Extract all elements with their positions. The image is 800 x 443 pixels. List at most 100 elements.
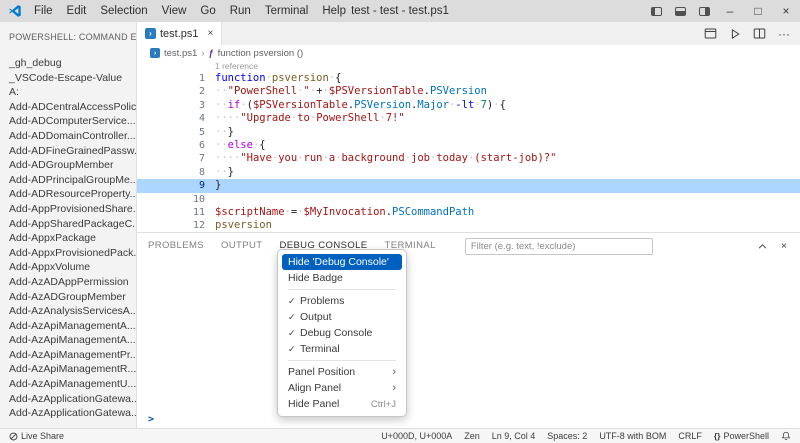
panel-tab-output[interactable]: OUTPUT [220, 233, 263, 259]
command-item-add-azapplicationgatewa[interactable]: Add-AzApplicationGatewa... [0, 406, 136, 421]
line-number[interactable]: 10 [137, 193, 205, 206]
toggle-sidebar-icon[interactable] [644, 0, 668, 22]
command-item-add-adresourceproperty[interactable]: Add-ADResourceProperty... [0, 187, 136, 202]
more-actions-icon[interactable]: ··· [778, 28, 790, 40]
menu-item-terminal[interactable]: ✓ Terminal [282, 341, 402, 357]
status-utf-8-with-bom[interactable]: UTF-8 with BOM [599, 431, 666, 441]
command-item-add-appxpackage[interactable]: Add-AppxPackage [0, 231, 136, 246]
command-item-add-adcentralaccesspolic[interactable]: Add-ADCentralAccessPolic... [0, 100, 136, 115]
code-token: "Have [240, 152, 272, 165]
menu-view[interactable]: View [155, 0, 194, 22]
command-item-add-azapplicationgatewa[interactable]: Add-AzApplicationGatewa... [0, 392, 136, 407]
code-editor[interactable]: 1 reference 1 function·psversion·{2 ··"Pow… [137, 61, 800, 232]
command-item-vscode-escape-value[interactable]: _VSCode-Escape-Value [0, 71, 136, 86]
open-preview-icon[interactable] [704, 27, 717, 40]
command-item-a[interactable]: A: [0, 85, 136, 100]
menu-item-problems[interactable]: ✓ Problems [282, 293, 402, 309]
code-line-12[interactable]: 12 psversion [137, 219, 800, 232]
status-zen[interactable]: Zen [464, 431, 480, 441]
menu-edit[interactable]: Edit [60, 0, 94, 22]
code-line-4[interactable]: 4 ····"Upgrade·to·PowerShell·7!" [137, 112, 800, 125]
panel-filter-input[interactable] [464, 237, 653, 255]
status-powershell[interactable]: {} PowerShell [714, 431, 769, 441]
menu-file[interactable]: File [27, 0, 60, 22]
code-line-5[interactable]: 5 ··} [137, 126, 800, 139]
panel-tab-problems[interactable]: PROBLEMS [147, 233, 205, 259]
menu-item-hide-panel[interactable]: Hide Panel Ctrl+J [282, 396, 402, 412]
status-live-share[interactable]: Live Share [9, 431, 64, 441]
close-window-icon[interactable]: × [772, 0, 800, 22]
line-number[interactable]: 9 [137, 179, 205, 192]
code-line-9[interactable]: 9} [137, 179, 800, 193]
tab-test-ps1[interactable]: test.ps1 × [137, 22, 223, 45]
line-number[interactable]: 1 [137, 72, 205, 85]
menu-item-debug-console[interactable]: ✓ Debug Console [282, 325, 402, 341]
command-item-gh-debug[interactable]: _gh_debug [0, 56, 136, 71]
run-icon[interactable] [729, 28, 741, 40]
code-line-11[interactable]: 11 $scriptName·=·$MyInvocation.PSCommandP… [137, 206, 800, 219]
command-item-add-appxvolume[interactable]: Add-AppxVolume [0, 260, 136, 275]
split-editor-icon[interactable] [753, 27, 766, 40]
command-item-add-adprincipalgroupme[interactable]: Add-ADPrincipalGroupMe... [0, 173, 136, 188]
command-item-add-azapimanagementr[interactable]: Add-AzApiManagementR... [0, 362, 136, 377]
breadcrumb-file[interactable]: test.ps1 [164, 48, 197, 59]
command-item-add-appxprovisionedpack[interactable]: Add-AppxProvisionedPack... [0, 246, 136, 261]
minimize-window-icon[interactable]: – [716, 0, 744, 22]
command-item-add-adgroupmember[interactable]: Add-ADGroupMember [0, 158, 136, 173]
code-line-10[interactable]: 10 [137, 193, 800, 206]
toggle-panel-icon[interactable] [668, 0, 692, 22]
line-number[interactable]: 12 [137, 219, 205, 232]
line-number[interactable]: 8 [137, 166, 205, 179]
command-item-add-adfinegrainedpassw[interactable]: Add-ADFineGrainedPassw... [0, 144, 136, 159]
line-number[interactable]: 5 [137, 126, 205, 139]
line-number[interactable]: 7 [137, 152, 205, 165]
status-u-000d-u-000a[interactable]: U+000D, U+000A [381, 431, 452, 441]
status-ln-9-col-4[interactable]: Ln 9, Col 4 [492, 431, 536, 441]
maximize-window-icon[interactable]: □ [744, 0, 772, 22]
menu-item-hide-badge[interactable]: Hide Badge [282, 270, 402, 286]
command-item-add-azadgroupmember[interactable]: Add-AzADGroupMember [0, 290, 136, 305]
maximize-panel-icon[interactable] [757, 241, 768, 252]
line-number[interactable]: 4 [137, 112, 205, 125]
codelens-references[interactable]: 1 reference [137, 61, 800, 72]
code-line-3[interactable]: 3 ··if·($PSVersionTable.PSVersion.Major·-… [137, 99, 800, 112]
command-item-add-addomaincontroller[interactable]: Add-ADDomainController... [0, 129, 136, 144]
code-line-2[interactable]: 2 ··"PowerShell·"·+·$PSVersionTable.PSVer… [137, 85, 800, 98]
menu-selection[interactable]: Selection [93, 0, 154, 22]
command-item-add-azapimanagementpr[interactable]: Add-AzApiManagementPr... [0, 348, 136, 363]
debug-console-input[interactable]: > [137, 412, 800, 426]
breadcrumb-symbol[interactable]: function psversion () [218, 48, 304, 59]
command-item-add-appprovisionedshare[interactable]: Add-AppProvisionedShare... [0, 202, 136, 217]
menu-go[interactable]: Go [193, 0, 222, 22]
command-item-add-azapimanagementu[interactable]: Add-AzApiManagementU... [0, 377, 136, 392]
line-number[interactable]: 2 [137, 85, 205, 98]
status-bell[interactable] [781, 431, 791, 441]
menu-item-panel-position[interactable]: Panel Position › [282, 364, 402, 380]
command-item-add-adcomputerservice[interactable]: Add-ADComputerService... [0, 114, 136, 129]
menu-item-label: Hide Badge [288, 272, 343, 284]
menu-terminal[interactable]: Terminal [258, 0, 315, 22]
status-crlf[interactable]: CRLF [678, 431, 702, 441]
command-item-add-azapimanagementa[interactable]: Add-AzApiManagementA... [0, 333, 136, 348]
menu-run[interactable]: Run [223, 0, 258, 22]
status-spaces-2[interactable]: Spaces: 2 [547, 431, 587, 441]
code-line-1[interactable]: 1 function·psversion·{ [137, 72, 800, 85]
line-number[interactable]: 11 [137, 206, 205, 219]
menu-item-align-panel[interactable]: Align Panel › [282, 380, 402, 396]
menu-item-output[interactable]: ✓ Output [282, 309, 402, 325]
command-item-add-azanalysisservicesa[interactable]: Add-AzAnalysisServicesA... [0, 304, 136, 319]
code-line-8[interactable]: 8 ··} [137, 166, 800, 179]
command-item-add-azadapppermission[interactable]: Add-AzADAppPermission [0, 275, 136, 290]
line-number[interactable]: 3 [137, 99, 205, 112]
tab-close-icon[interactable]: × [208, 28, 214, 39]
close-panel-icon[interactable]: × [781, 240, 787, 252]
debug-console-view[interactable]: > [137, 259, 800, 428]
menu-item-hide-debug-console[interactable]: Hide 'Debug Console' [282, 254, 402, 270]
command-item-add-azapimanagementa[interactable]: Add-AzApiManagementA... [0, 319, 136, 334]
code-line-6[interactable]: 6 ··else·{ [137, 139, 800, 152]
code-line-7[interactable]: 7 ····"Have·you·run·a·background·job·toda… [137, 152, 800, 165]
line-number[interactable]: 6 [137, 139, 205, 152]
command-item-add-appsharedpackagec[interactable]: Add-AppSharedPackageC... [0, 217, 136, 232]
toggle-secondary-sidebar-icon[interactable] [692, 0, 716, 22]
menu-help[interactable]: Help [315, 0, 353, 22]
